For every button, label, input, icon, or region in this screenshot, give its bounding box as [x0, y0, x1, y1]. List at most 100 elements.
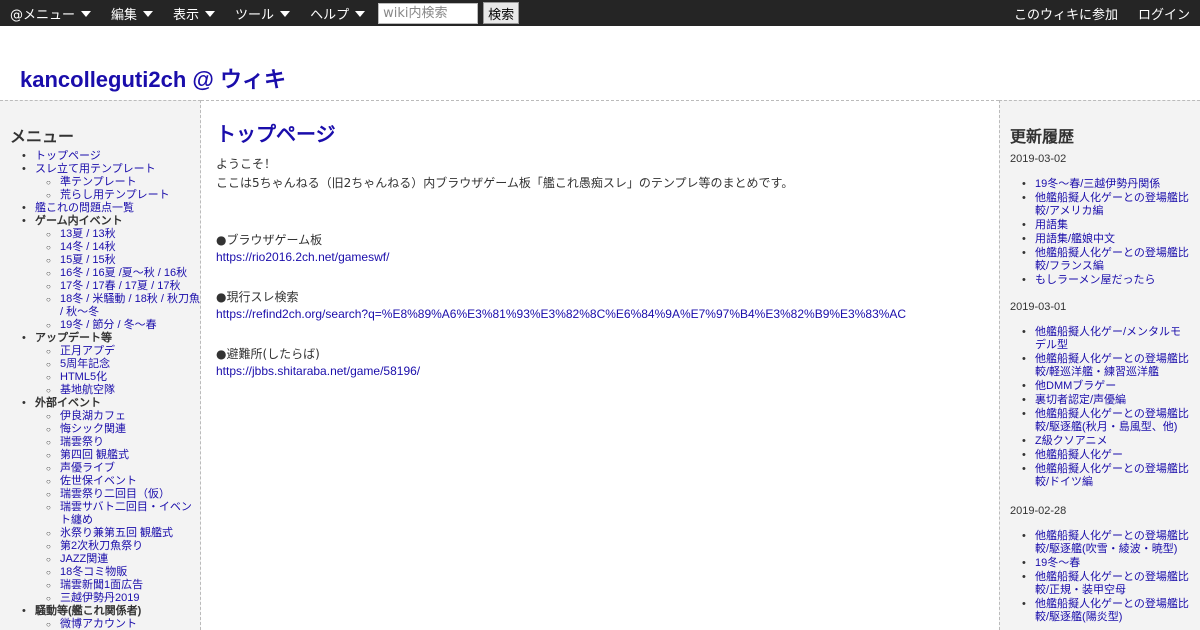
submenu-link[interactable]: 基地航空隊 [60, 384, 115, 396]
submenu-item[interactable]: 5周年記念 [35, 358, 200, 371]
history-link[interactable]: 他艦船擬人化ゲーとの登場艦比較/フランス編 [1035, 247, 1189, 272]
history-link[interactable]: 他艦船擬人化ゲーとの登場艦比較/ドイツ編 [1035, 463, 1189, 488]
history-link[interactable]: 他艦船擬人化ゲーとの登場艦比較/軽巡洋艦・練習巡洋艦 [1035, 353, 1189, 378]
submenu-item[interactable]: 瑞雲祭り二回目（仮） [35, 488, 200, 501]
history-link[interactable]: 19冬〜春/三越伊勢丹関係 [1035, 178, 1160, 190]
submenu-item[interactable]: 三越伊勢丹2019 [35, 592, 200, 605]
page-title[interactable]: トップページ [216, 118, 336, 147]
submenu-item[interactable]: 荒らし用テンプレート [35, 189, 200, 202]
submenu-item[interactable]: HTML5化 [35, 371, 200, 384]
submenu-item[interactable]: 18冬 / 米騒動 / 18秋 / 秋刀魚 / 秋〜冬 [35, 293, 200, 319]
history-link[interactable]: 他艦船擬人化ゲー [1035, 449, 1123, 461]
thread-search-link[interactable]: https://refind2ch.org/search?q=%E8%89%A6… [216, 307, 906, 321]
history-item[interactable]: 19冬〜春 [1000, 557, 1200, 570]
submenu-link[interactable]: 第四回 観艦式 [60, 449, 129, 461]
menu-item[interactable]: トップページ [0, 150, 200, 163]
history-item[interactable]: 他艦船擬人化ゲーとの登場艦比較/軽巡洋艦・練習巡洋艦 [1000, 353, 1200, 379]
history-link[interactable]: 他艦船擬人化ゲーとの登場艦比較/アメリカ編 [1035, 192, 1189, 217]
history-item[interactable]: 他艦船擬人化ゲーとの登場艦比較/アメリカ編 [1000, 192, 1200, 218]
history-link[interactable]: 他DMMブラゲー [1035, 380, 1116, 392]
join-wiki-link[interactable]: このウィキに参加 [1004, 0, 1128, 26]
submenu-link[interactable]: 声優ライブ [60, 462, 115, 474]
history-link[interactable]: 19冬〜春 [1035, 557, 1080, 569]
history-item[interactable]: 他艦船擬人化ゲーとの登場艦比較/駆逐艦(陽炎型) [1000, 598, 1200, 624]
history-link[interactable]: 用語集/艦娘中文 [1035, 233, 1115, 245]
submenu-item[interactable]: 正月アプデ [35, 345, 200, 358]
submenu-link[interactable]: 瑞雲祭り [60, 436, 104, 448]
submenu-link[interactable]: 14冬 / 14秋 [60, 241, 116, 253]
submenu-link[interactable]: 悔シック関連 [60, 423, 126, 435]
history-item[interactable]: 用語集/艦娘中文 [1000, 233, 1200, 246]
history-item[interactable]: 19冬〜春/三越伊勢丹関係 [1000, 178, 1200, 191]
submenu-item[interactable]: 15夏 / 15秋 [35, 254, 200, 267]
submenu-link[interactable]: 18冬コミ物販 [60, 566, 127, 578]
submenu-item[interactable]: 微博アカウント [35, 618, 200, 630]
menu-edit[interactable]: 編集 [101, 0, 163, 26]
history-link[interactable]: 裏切者認定/声優編 [1035, 394, 1126, 406]
history-item[interactable]: 他艦船擬人化ゲー/メンタルモデル型 [1000, 326, 1200, 352]
search-button[interactable]: 検索 [483, 2, 520, 24]
submenu-link[interactable]: JAZZ関連 [60, 553, 108, 565]
menu-link[interactable]: トップページ [35, 150, 101, 162]
history-item[interactable]: 裏切者認定/声優編 [1000, 394, 1200, 407]
submenu-item[interactable]: 第四回 観艦式 [35, 449, 200, 462]
submenu-item[interactable]: 瑞雲新聞1面広告 [35, 579, 200, 592]
submenu-item[interactable]: 18冬コミ物販 [35, 566, 200, 579]
menu-link[interactable]: スレ立て用テンプレート [35, 163, 156, 175]
submenu-item[interactable]: 14冬 / 14秋 [35, 241, 200, 254]
submenu-item[interactable]: 瑞雲祭り [35, 436, 200, 449]
history-item[interactable]: 他艦船擬人化ゲーとの登場艦比較/駆逐艦(吹雪・綾波・暁型) [1000, 530, 1200, 556]
history-link[interactable]: 用語集 [1035, 219, 1068, 231]
submenu-link[interactable]: 瑞雲祭り二回目（仮） [60, 488, 170, 500]
submenu-link[interactable]: 16冬 / 16夏 /夏～秋 / 16秋 [60, 267, 187, 279]
submenu-item[interactable]: 準テンプレート [35, 176, 200, 189]
history-link[interactable]: 他艦船擬人化ゲーとの登場艦比較/正規・装甲空母 [1035, 571, 1189, 596]
history-item[interactable]: 他艦船擬人化ゲーとの登場艦比較/ドイツ編 [1000, 463, 1200, 489]
board-link[interactable]: https://rio2016.2ch.net/gameswf/ [216, 250, 389, 264]
history-link[interactable]: もしラーメン屋だったら [1035, 274, 1156, 286]
history-link[interactable]: 他艦船擬人化ゲーとの登場艦比較/駆逐艦(吹雪・綾波・暁型) [1035, 530, 1189, 555]
menu-item[interactable]: 艦これの問題点一覧 [0, 202, 200, 215]
history-item[interactable]: 他艦船擬人化ゲーとの登場艦比較/駆逐艦(秋月・島風型、他) [1000, 408, 1200, 434]
submenu-link[interactable]: 18冬 / 米騒動 / 18秋 / 秋刀魚 / 秋〜冬 [60, 293, 200, 318]
history-item[interactable]: 他DMMブラゲー [1000, 380, 1200, 393]
menu-link[interactable]: 艦これの問題点一覧 [35, 202, 134, 214]
login-link[interactable]: ログイン [1128, 0, 1200, 26]
submenu-link[interactable]: 瑞雲新聞1面広告 [60, 579, 143, 591]
submenu-link[interactable]: 17冬 / 17春 / 17夏 / 17秋 [60, 280, 180, 292]
history-link[interactable]: 他艦船擬人化ゲー/メンタルモデル型 [1035, 326, 1181, 351]
submenu-item[interactable]: 16冬 / 16夏 /夏～秋 / 16秋 [35, 267, 200, 280]
submenu-item[interactable]: JAZZ関連 [35, 553, 200, 566]
submenu-item[interactable]: 伊良湖カフェ [35, 410, 200, 423]
submenu-link[interactable]: 瑞雲サバト二回目・イベント纏め [60, 501, 192, 526]
submenu-link[interactable]: 5周年記念 [60, 358, 110, 370]
history-item[interactable]: Z級クソアニメ [1000, 435, 1200, 448]
submenu-link[interactable]: 氷祭り兼第五回 観艦式 [60, 527, 173, 539]
history-item[interactable]: もしラーメン屋だったら [1000, 274, 1200, 287]
submenu-link[interactable]: 伊良湖カフェ [60, 410, 126, 422]
submenu-item[interactable]: 基地航空隊 [35, 384, 200, 397]
menu-atmenu[interactable]: @メニュー [0, 0, 101, 26]
submenu-link[interactable]: 佐世保イベント [60, 475, 137, 487]
menu-tools[interactable]: ツール [225, 0, 300, 26]
site-title[interactable]: kancolleguti2ch @ ウィキ [20, 62, 286, 94]
submenu-link[interactable]: 正月アプデ [60, 345, 115, 357]
submenu-link[interactable]: 三越伊勢丹2019 [60, 592, 139, 604]
history-item[interactable]: 用語集 [1000, 219, 1200, 232]
history-item[interactable]: 他艦船擬人化ゲーとの登場艦比較/フランス編 [1000, 247, 1200, 273]
submenu-item[interactable]: 13夏 / 13秋 [35, 228, 200, 241]
submenu-link[interactable]: 13夏 / 13秋 [60, 228, 116, 240]
shelter-link[interactable]: https://jbbs.shitaraba.net/game/58196/ [216, 364, 420, 378]
wiki-search-input[interactable] [378, 2, 479, 24]
history-link[interactable]: 他艦船擬人化ゲーとの登場艦比較/駆逐艦(陽炎型) [1035, 598, 1189, 623]
submenu-item[interactable]: 19冬 / 節分 / 冬〜春 [35, 319, 200, 332]
submenu-item[interactable]: 声優ライブ [35, 462, 200, 475]
submenu-link[interactable]: 19冬 / 節分 / 冬〜春 [60, 319, 157, 331]
menu-item[interactable]: スレ立て用テンプレート準テンプレート荒らし用テンプレート [0, 163, 200, 202]
submenu-item[interactable]: 17冬 / 17春 / 17夏 / 17秋 [35, 280, 200, 293]
menu-help[interactable]: ヘルプ [300, 0, 375, 26]
submenu-link[interactable]: 微博アカウント [60, 618, 137, 630]
submenu-item[interactable]: 瑞雲サバト二回目・イベント纏め [35, 501, 200, 527]
submenu-item[interactable]: 佐世保イベント [35, 475, 200, 488]
history-item[interactable]: 他艦船擬人化ゲーとの登場艦比較/正規・装甲空母 [1000, 571, 1200, 597]
